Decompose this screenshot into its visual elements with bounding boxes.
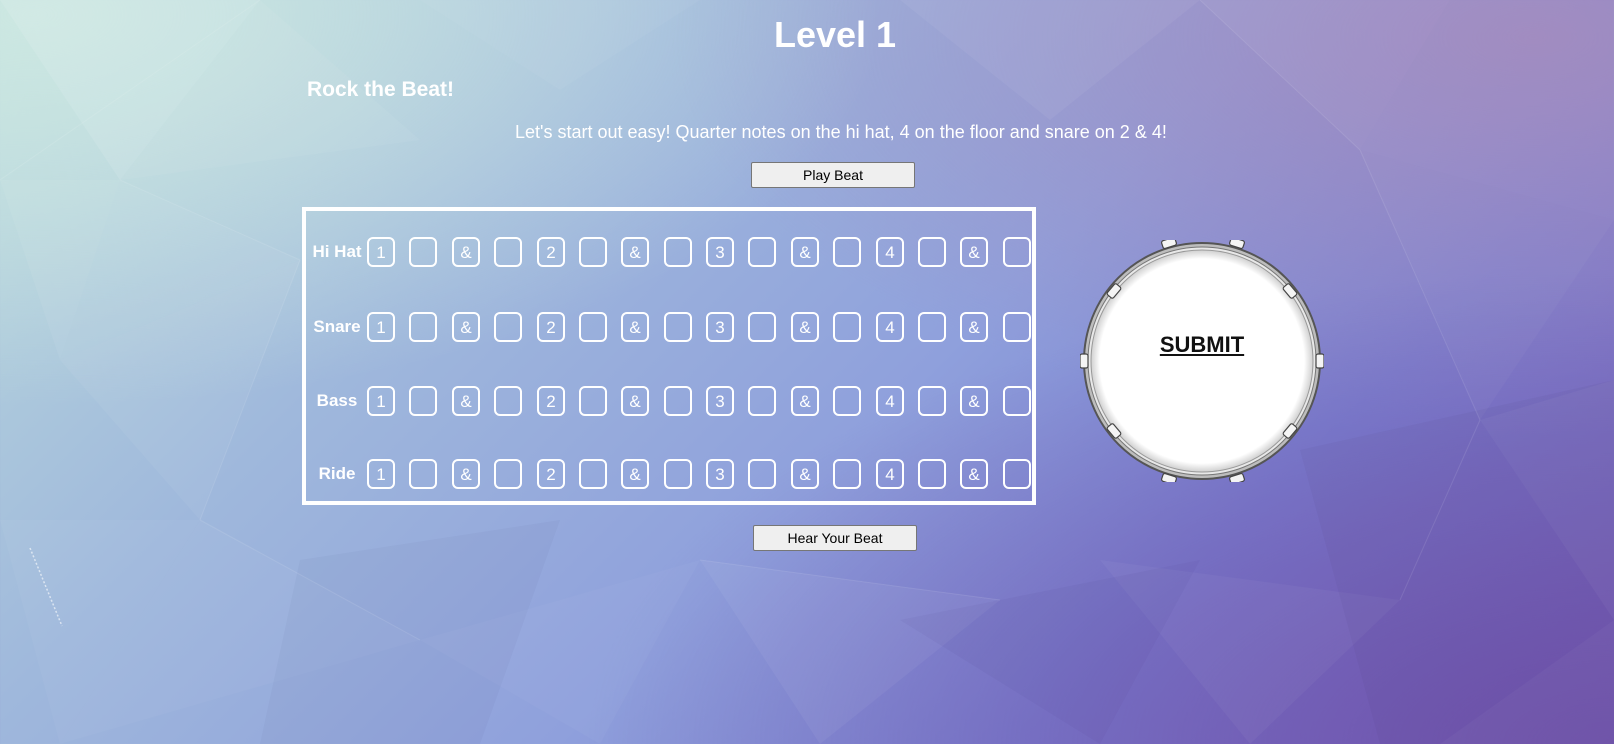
beat-step[interactable] xyxy=(494,386,522,416)
beat-step[interactable] xyxy=(833,237,861,267)
beat-grid: Hi Hat 1 & 2 & 3 & 4 & Snare 1 & 2 & 3 &… xyxy=(302,207,1036,505)
beat-step[interactable] xyxy=(918,312,946,342)
beat-step[interactable] xyxy=(918,386,946,416)
beat-step[interactable] xyxy=(833,459,861,489)
row-label: Bass xyxy=(316,391,358,410)
submit-button[interactable]: SUBMIT xyxy=(1080,332,1324,358)
lesson-instructions: Let's start out easy! Quarter notes on t… xyxy=(515,122,1167,142)
beat-step[interactable] xyxy=(748,237,776,267)
beat-step[interactable] xyxy=(664,459,692,489)
beat-step[interactable]: & xyxy=(960,386,988,416)
play-beat-button[interactable]: Play Beat xyxy=(751,162,915,188)
beat-step[interactable] xyxy=(579,386,607,416)
beat-step[interactable]: & xyxy=(452,237,480,267)
beat-step[interactable]: 4 xyxy=(876,386,904,416)
hear-your-beat-button[interactable]: Hear Your Beat xyxy=(753,525,917,551)
beat-step[interactable]: & xyxy=(452,459,480,489)
grid-row-bass: Bass 1 & 2 & 3 & 4 & xyxy=(306,386,1032,418)
beat-step[interactable] xyxy=(664,312,692,342)
beat-step[interactable] xyxy=(1003,312,1031,342)
beat-step[interactable]: 1 xyxy=(367,237,395,267)
beat-step[interactable]: 3 xyxy=(706,312,734,342)
grid-row-snare: Snare 1 & 2 & 3 & 4 & xyxy=(306,312,1032,344)
beat-step[interactable] xyxy=(409,386,437,416)
beat-step[interactable]: 4 xyxy=(876,459,904,489)
row-label: Snare xyxy=(313,317,361,336)
beat-step[interactable] xyxy=(579,459,607,489)
beat-step[interactable] xyxy=(664,386,692,416)
beat-step[interactable]: 2 xyxy=(537,237,565,267)
beat-step[interactable] xyxy=(409,459,437,489)
beat-step[interactable] xyxy=(579,312,607,342)
beat-step[interactable]: 2 xyxy=(537,459,565,489)
beat-step[interactable]: 1 xyxy=(367,312,395,342)
beat-step[interactable]: & xyxy=(621,459,649,489)
level-title: Level 1 xyxy=(773,14,897,55)
beat-step[interactable]: & xyxy=(452,312,480,342)
beat-step[interactable]: 2 xyxy=(537,386,565,416)
beat-step[interactable]: 3 xyxy=(706,459,734,489)
beat-step[interactable] xyxy=(494,237,522,267)
grid-row-ride: Ride 1 & 2 & 3 & 4 & xyxy=(306,459,1032,491)
snare-drum-submit-icon[interactable] xyxy=(1080,240,1324,482)
beat-step[interactable] xyxy=(409,237,437,267)
beat-step[interactable] xyxy=(494,459,522,489)
beat-step[interactable] xyxy=(1003,386,1031,416)
lesson-name: Rock the Beat! xyxy=(307,78,455,101)
row-label: Ride xyxy=(318,464,356,483)
beat-step[interactable]: & xyxy=(621,312,649,342)
beat-step[interactable] xyxy=(409,312,437,342)
beat-step[interactable] xyxy=(664,237,692,267)
beat-step[interactable]: & xyxy=(791,386,819,416)
beat-step[interactable]: & xyxy=(791,237,819,267)
beat-step[interactable]: & xyxy=(960,312,988,342)
beat-step[interactable] xyxy=(1003,459,1031,489)
beat-step[interactable] xyxy=(918,237,946,267)
beat-step[interactable] xyxy=(494,312,522,342)
beat-step[interactable]: & xyxy=(621,237,649,267)
beat-step[interactable] xyxy=(748,459,776,489)
beat-step[interactable] xyxy=(1003,237,1031,267)
beat-step[interactable]: 3 xyxy=(706,237,734,267)
beat-step[interactable]: 4 xyxy=(876,237,904,267)
beat-step[interactable]: & xyxy=(791,312,819,342)
beat-step[interactable]: & xyxy=(960,459,988,489)
beat-step[interactable]: 2 xyxy=(537,312,565,342)
beat-step[interactable] xyxy=(748,386,776,416)
row-label: Hi Hat xyxy=(312,242,362,261)
beat-step[interactable] xyxy=(833,312,861,342)
beat-step[interactable] xyxy=(579,237,607,267)
beat-step[interactable] xyxy=(833,386,861,416)
beat-step[interactable]: 1 xyxy=(367,386,395,416)
beat-step[interactable] xyxy=(918,459,946,489)
beat-step[interactable]: 1 xyxy=(367,459,395,489)
beat-step[interactable]: & xyxy=(791,459,819,489)
grid-row-hi-hat: Hi Hat 1 & 2 & 3 & 4 & xyxy=(306,237,1032,269)
beat-step[interactable] xyxy=(748,312,776,342)
beat-step[interactable]: 3 xyxy=(706,386,734,416)
beat-step[interactable]: & xyxy=(960,237,988,267)
beat-step[interactable]: 4 xyxy=(876,312,904,342)
beat-step[interactable]: & xyxy=(621,386,649,416)
beat-step[interactable]: & xyxy=(452,386,480,416)
